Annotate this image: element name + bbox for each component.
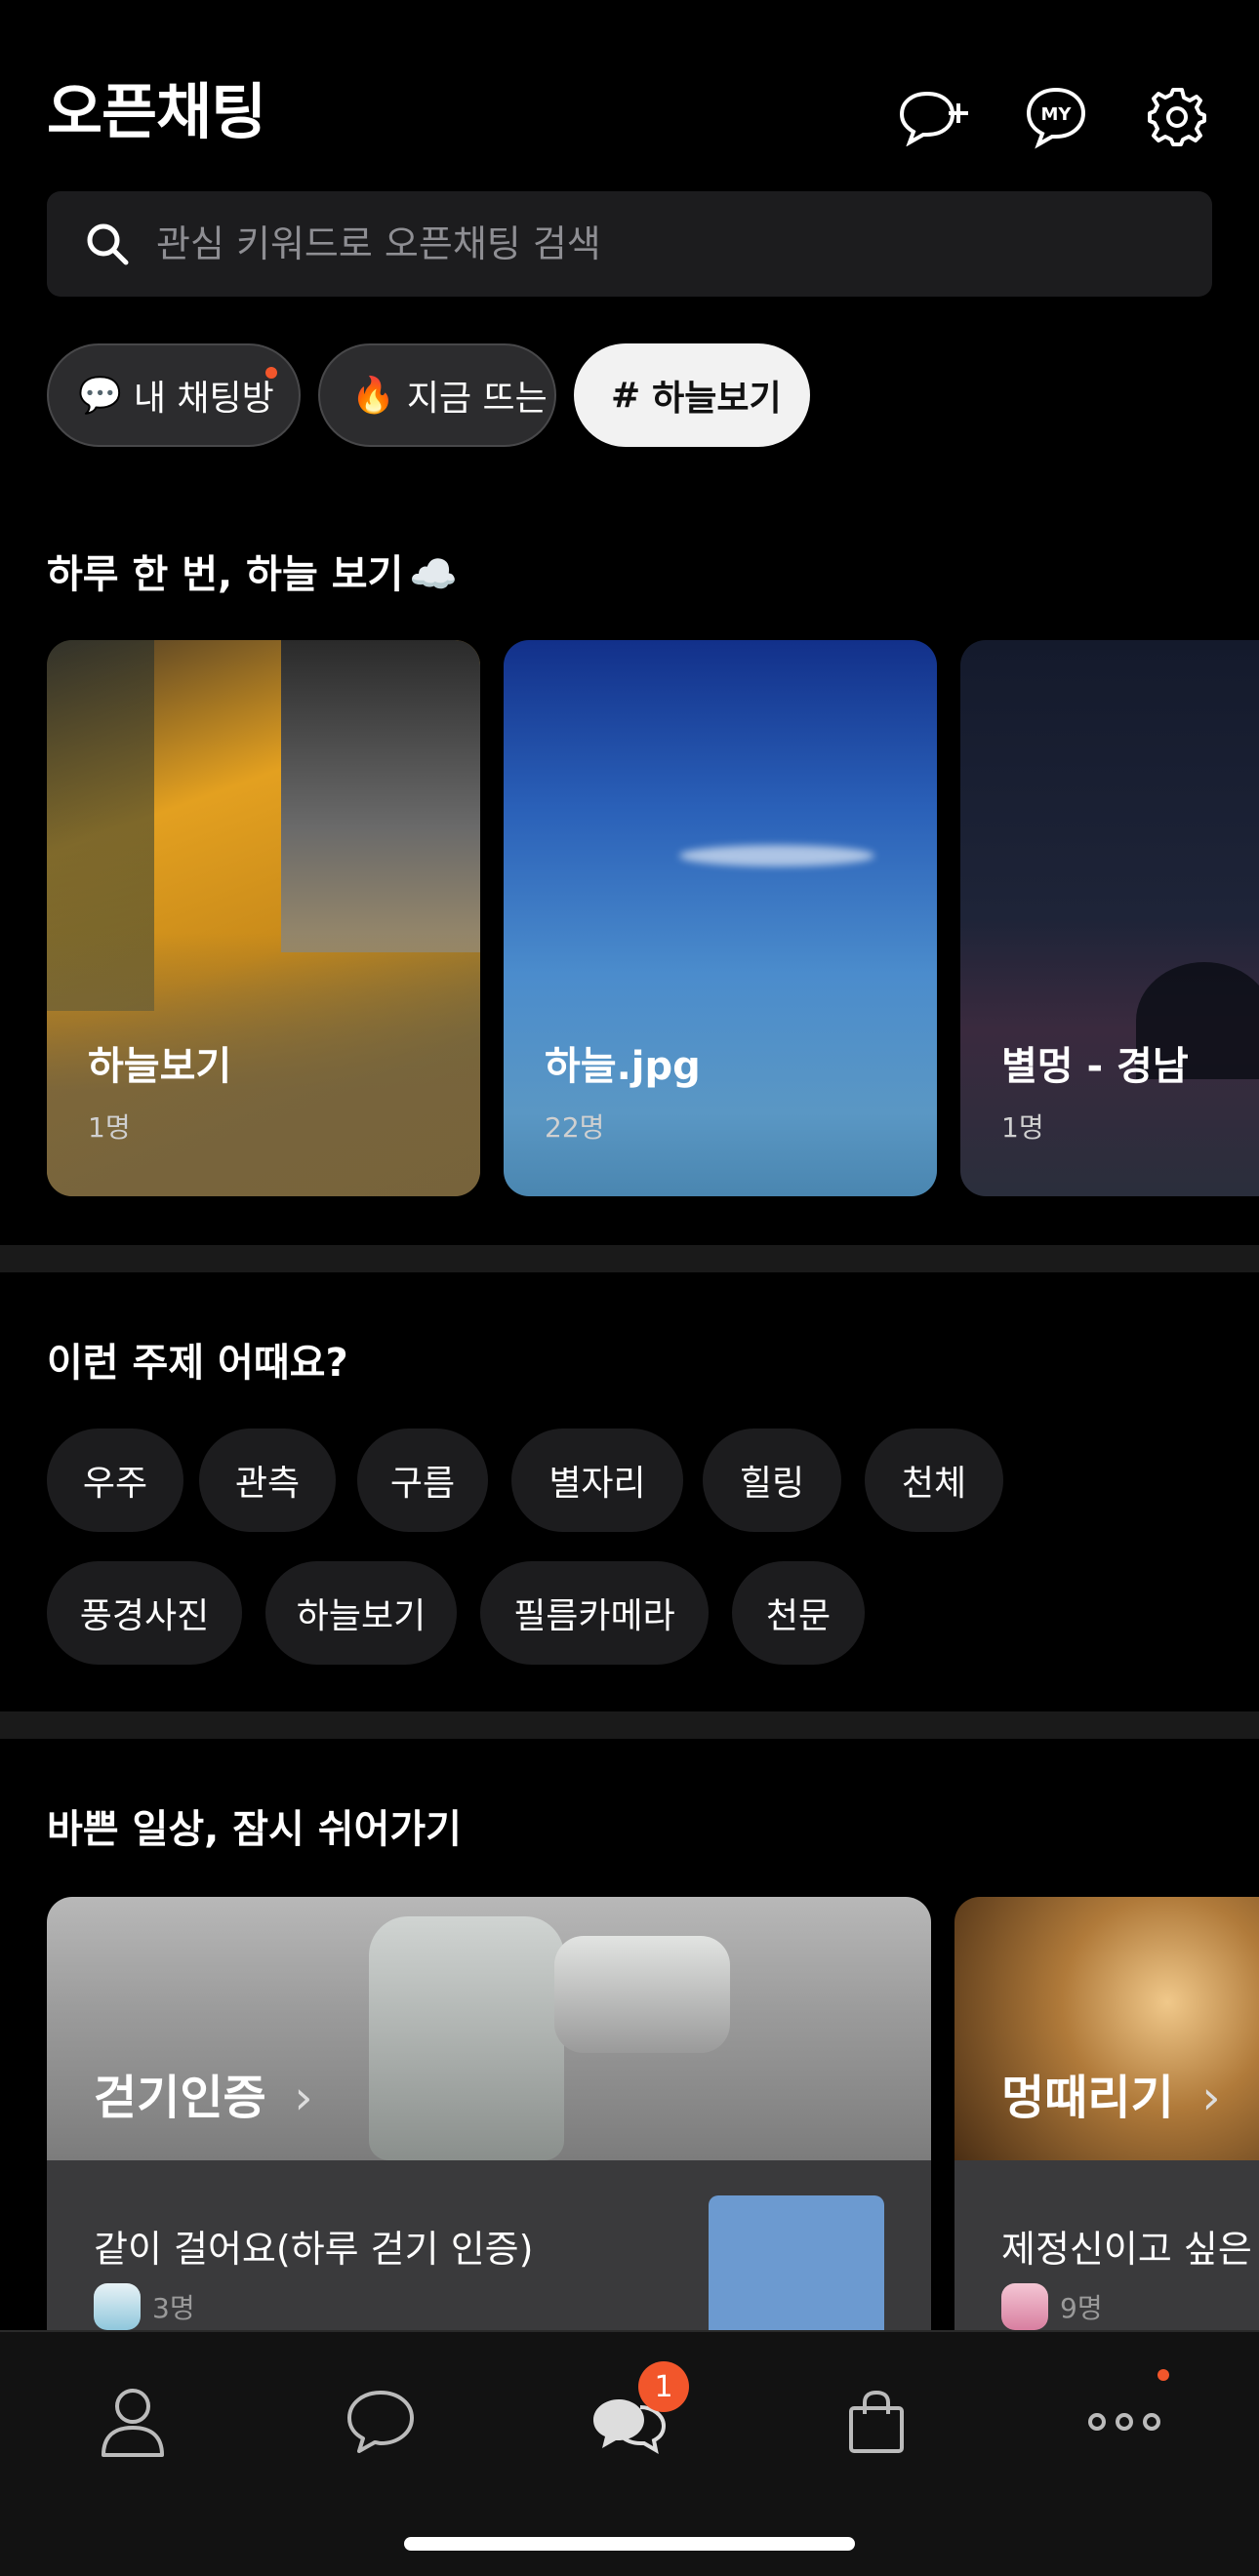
my-profile-icon[interactable]: MY [1017, 78, 1095, 156]
hash-icon: # [611, 375, 641, 416]
fire-icon: 🔥 [351, 376, 395, 416]
chip-trending[interactable]: 🔥 지금 뜨는 [318, 343, 556, 447]
room-meta: 9명 [1001, 2283, 1103, 2330]
settings-icon[interactable] [1138, 78, 1216, 156]
cloud-icon: ☁️ [409, 552, 459, 597]
theme-category-label: 걷기인증 › [94, 2059, 313, 2127]
openchat-icon[interactable]: 1 [580, 2361, 689, 2471]
chip-label: 하늘보기 [652, 379, 782, 419]
more-icon[interactable] [1076, 2369, 1173, 2471]
friends-icon[interactable] [84, 2373, 182, 2471]
topic-tag[interactable]: 구름 [357, 1429, 488, 1532]
room-member-count: 3명 [152, 2292, 195, 2324]
card-member-count: 22명 [545, 1111, 605, 1144]
topic-tag[interactable]: 별자리 [511, 1429, 683, 1532]
shoe-shape [369, 1916, 564, 2160]
room-meta: 3명 [94, 2283, 195, 2330]
zoning-out-photo: 멍때리기 › [954, 1897, 1259, 2160]
theme-card-zoning-out[interactable]: 멍때리기 › 제정신이고 싶은 사 9명 [954, 1897, 1259, 2365]
section-title-sky: 하루 한 번, 하늘 보기 ☁️ [47, 543, 458, 599]
theme-card-walking[interactable]: 걷기인증 › 같이 걸어요(하루 걷기 인증) 3명 [47, 1897, 931, 2365]
search-input[interactable] [154, 221, 1036, 266]
chip-label: 내 채팅방 [133, 379, 274, 419]
page-title: 오픈채팅 [47, 76, 266, 147]
cloud-shape [679, 845, 874, 866]
chip-sky-watching[interactable]: # 하늘보기 [574, 343, 810, 447]
chevron-right-icon: › [1201, 2071, 1221, 2125]
card-photo-background [281, 640, 480, 952]
room-avatar [1001, 2283, 1048, 2330]
chevron-right-icon: › [294, 2071, 313, 2125]
card-name: 하늘보기 [88, 1044, 232, 1089]
chip-my-chats[interactable]: 💬 내 채팅방 [47, 343, 301, 447]
topic-tag[interactable]: 힐링 [703, 1429, 841, 1532]
openchat-card[interactable]: 하늘.jpg 22명 [504, 640, 937, 1196]
openchat-card[interactable]: 하늘보기 1명 [47, 640, 480, 1196]
theme-category-label: 멍때리기 › [1001, 2059, 1221, 2127]
home-indicator [404, 2537, 855, 2551]
chats-icon[interactable] [332, 2373, 429, 2471]
room-avatar [94, 2283, 141, 2330]
room-name: 같이 걸어요(하루 걷기 인증) [94, 2228, 534, 2271]
card-member-count: 1명 [88, 1111, 131, 1144]
chat-bubble-icon: 💬 [78, 376, 122, 416]
section-divider [0, 1711, 1259, 1739]
room-name: 제정신이고 싶은 사 [1001, 2228, 1259, 2271]
openchat-card[interactable]: 별멍 - 경남 1명 [960, 640, 1259, 1196]
topic-tag[interactable]: 우주 [47, 1429, 183, 1532]
search-bar[interactable] [47, 191, 1212, 297]
unread-badge: 1 [638, 2361, 689, 2412]
room-member-count: 9명 [1060, 2292, 1103, 2324]
section-title-text: 하루 한 번, 하늘 보기 [47, 552, 404, 597]
new-dot-indicator [1157, 2369, 1169, 2381]
topic-tag[interactable]: 필름카메라 [480, 1561, 709, 1665]
topic-tag[interactable]: 천체 [865, 1429, 1003, 1532]
card-name: 별멍 - 경남 [1001, 1044, 1189, 1089]
section-title-relax: 바쁜 일상, 잠시 쉬어가기 [47, 1807, 462, 1852]
theme-category-text: 멍때리기 [1001, 2071, 1174, 2125]
walking-photo: 걷기인증 › [47, 1897, 931, 2160]
topic-tag[interactable]: 관측 [199, 1429, 336, 1532]
shoe-shape [554, 1936, 730, 2053]
section-divider [0, 1245, 1259, 1272]
shopping-icon[interactable] [828, 2373, 925, 2471]
topic-tag[interactable]: 하늘보기 [265, 1561, 457, 1665]
topic-tag[interactable]: 천문 [732, 1561, 865, 1665]
card-member-count: 1명 [1001, 1111, 1044, 1144]
card-name: 하늘.jpg [545, 1044, 701, 1089]
add-chat-icon[interactable] [896, 78, 974, 156]
theme-category-text: 걷기인증 [94, 2071, 266, 2125]
new-dot-indicator [265, 367, 277, 379]
chip-label: 지금 뜨는 [406, 379, 548, 419]
section-title-topics: 이런 주제 어때요? [47, 1341, 348, 1386]
search-icon [87, 223, 129, 265]
topic-tag[interactable]: 풍경사진 [47, 1561, 242, 1665]
my-badge-text: MY [1041, 104, 1073, 125]
